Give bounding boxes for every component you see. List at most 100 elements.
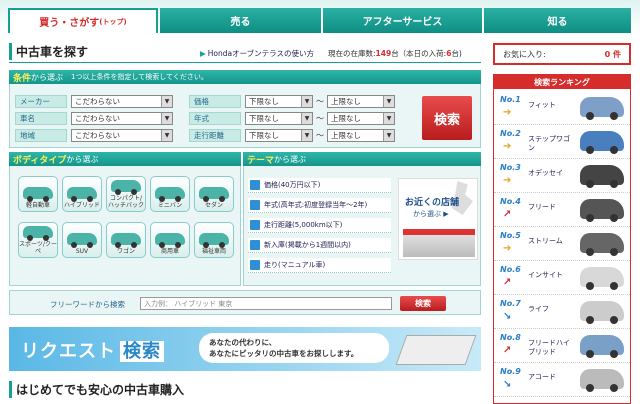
theme-year[interactable]: 年式(高年式:初度登録当年〜2年) — [248, 198, 391, 213]
freeword-bar: フリーワードから検索 入力例： ハイブリッド 東京 検索 — [9, 290, 481, 315]
tab-after-service[interactable]: アフターサービス — [323, 8, 483, 33]
mileage-min-value: 下限なし — [249, 131, 279, 140]
body-compact[interactable]: コンパクト/ハッチバック — [106, 176, 146, 212]
tab-label: アフターサービス — [362, 17, 443, 28]
ranking-item[interactable]: No.8 ↗ フリードハイブリッド — [494, 329, 630, 363]
body-kei[interactable]: 軽自動車 — [18, 176, 58, 212]
theme-mileage[interactable]: 走行距離(5,000km以下) — [248, 218, 391, 233]
condition-row-region: 地域 こだわらない 走行距離 下限なし 〜 上限なし — [15, 129, 395, 142]
title-divider — [9, 62, 481, 63]
car-icon — [23, 187, 53, 202]
theme-price[interactable]: 価格(40万円以下) — [248, 178, 391, 193]
stock-count: 現在の在庫数:149台（本日の入荷:6台) — [328, 48, 462, 59]
ranking-item[interactable]: No.6 ↗ インサイト — [494, 261, 630, 295]
car-icon — [67, 187, 97, 202]
theme-manual[interactable]: 走り(マニュアル車) — [248, 258, 391, 273]
stock-prefix: 現在の在庫数: — [328, 49, 376, 58]
body-minivan[interactable]: ミニバン — [150, 176, 190, 212]
ranking-item[interactable]: No.4 ↗ フリード — [494, 193, 630, 227]
rank-number: No.4 — [500, 197, 521, 206]
help-link[interactable]: Hondaオーブンテラスの使い方 — [200, 48, 314, 59]
mileage-label: 走行距離 — [189, 129, 241, 142]
freeword-input[interactable]: 入力例： ハイブリッド 東京 — [140, 297, 392, 310]
body-label: コンパクト/ハッチバック — [107, 195, 144, 209]
banner-line1: あなたの代わりに、 — [209, 338, 277, 347]
tab-label: 売る — [230, 17, 251, 28]
stock-unit: 台（本日の入荷: — [391, 49, 447, 58]
theme-label: 走り(マニュアル車) — [264, 261, 326, 269]
body-hybrid[interactable]: ハイブリッド — [62, 176, 102, 212]
freeword-search-button[interactable]: 検索 — [400, 296, 446, 311]
favorites-label: お気に入り: — [503, 49, 546, 59]
car-photo — [580, 301, 624, 324]
price-min-select[interactable]: 下限なし — [245, 95, 313, 108]
rank-number: No.1 — [500, 95, 521, 104]
theme-new-arrival[interactable]: 新入庫(掲載から1週間以内) — [248, 238, 391, 253]
banner-title: リクエスト 検索 — [21, 337, 164, 363]
ranking-item[interactable]: No.3 ➔ オデッセイ — [494, 159, 630, 193]
condition-row-model: 車名 こだわらない 年式 下限なし 〜 上限なし — [15, 112, 395, 125]
trend-arrow-icon: ➔ — [503, 175, 512, 186]
body-head: ボディタイプ — [13, 155, 67, 166]
maker-select[interactable]: こだわらない — [71, 95, 173, 108]
trend-arrow-icon: ↗ — [503, 277, 512, 288]
theme-head: テーマ — [247, 155, 275, 166]
body-label: ミニバン — [157, 202, 183, 209]
condition-row-maker: メーカー こだわらない 価格 下限なし 〜 上限なし — [15, 95, 395, 108]
body-label: 商用車 — [160, 248, 179, 255]
ranking-item[interactable]: No.9 ↘ アコード — [494, 363, 630, 397]
price-min-value: 下限なし — [249, 97, 279, 106]
rank-car-name: ステップワゴン — [528, 135, 570, 152]
car-photo — [580, 97, 624, 120]
car-icon — [111, 233, 141, 248]
ranking-item[interactable]: No.7 ↘ ライフ — [494, 295, 630, 329]
tab-learn[interactable]: 知る — [484, 8, 632, 33]
trend-arrow-icon: ↘ — [503, 311, 512, 322]
rank-car-name: オデッセイ — [528, 169, 563, 177]
banner-title-main: リクエスト — [21, 341, 116, 362]
new-icon — [250, 240, 260, 250]
region-select[interactable]: こだわらない — [71, 129, 173, 142]
gear-shift-icon — [250, 260, 260, 270]
car-photo — [580, 335, 624, 358]
nearby-store-link[interactable]: お近くの店舗 から選ぶ ▶ — [398, 178, 478, 260]
body-sedan[interactable]: セダン — [194, 176, 234, 212]
ranking-item[interactable]: No.2 ➔ ステップワゴン — [494, 125, 630, 159]
calendar-icon — [250, 200, 260, 210]
body-commercial[interactable]: 商用車 — [150, 222, 190, 258]
search-button[interactable]: 検索 — [422, 96, 472, 140]
year-min-select[interactable]: 下限なし — [245, 112, 313, 125]
model-label: 車名 — [15, 112, 67, 125]
rank-car-name: インサイト — [528, 271, 563, 279]
body-label: ハイブリッド — [64, 202, 100, 209]
body-suv[interactable]: SUV — [62, 222, 102, 258]
price-max-select[interactable]: 上限なし — [327, 95, 395, 108]
car-icon — [155, 233, 185, 248]
tab-label: 知る — [547, 17, 568, 28]
store-sub: から選ぶ ▶ — [413, 210, 449, 218]
trend-arrow-icon: ↗ — [503, 209, 512, 220]
tab-buy-search[interactable]: 買う・さがす (トップ) — [8, 8, 158, 33]
favorites-box[interactable]: お気に入り: 0 件 — [493, 43, 631, 65]
mileage-max-select[interactable]: 上限なし — [327, 129, 395, 142]
body-sports[interactable]: スポーツ/クーペ — [18, 222, 58, 258]
banner-bubble: あなたの代わりに、 あなたにピッタリの中古車をお探しします。 — [199, 333, 389, 363]
ranking-item[interactable]: No.1 ➔ フィット — [494, 91, 630, 125]
body-label: セダン — [204, 202, 223, 209]
car-photo — [580, 165, 624, 188]
mileage-min-select[interactable]: 下限なし — [245, 129, 313, 142]
year-max-select[interactable]: 上限なし — [327, 112, 395, 125]
maker-value: こだわらない — [75, 97, 120, 106]
trend-arrow-icon: ➔ — [503, 243, 512, 254]
body-welfare[interactable]: 福祉車両 — [194, 222, 234, 258]
tab-sell[interactable]: 売る — [160, 8, 322, 33]
car-icon — [23, 226, 53, 241]
request-search-banner[interactable]: リクエスト 検索 あなたの代わりに、 あなたにピッタリの中古車をお探しします。 — [9, 327, 481, 371]
model-select[interactable]: こだわらない — [71, 112, 173, 125]
mileage-max-value: 上限なし — [331, 131, 361, 140]
body-wagon[interactable]: ワゴン — [106, 222, 146, 258]
ranking-item[interactable]: No.5 ➔ ストリーム — [494, 227, 630, 261]
car-photo — [580, 131, 624, 154]
region-value: こだわらない — [75, 131, 120, 140]
theme-label: 年式(高年式:初度登録当年〜2年) — [264, 201, 368, 209]
